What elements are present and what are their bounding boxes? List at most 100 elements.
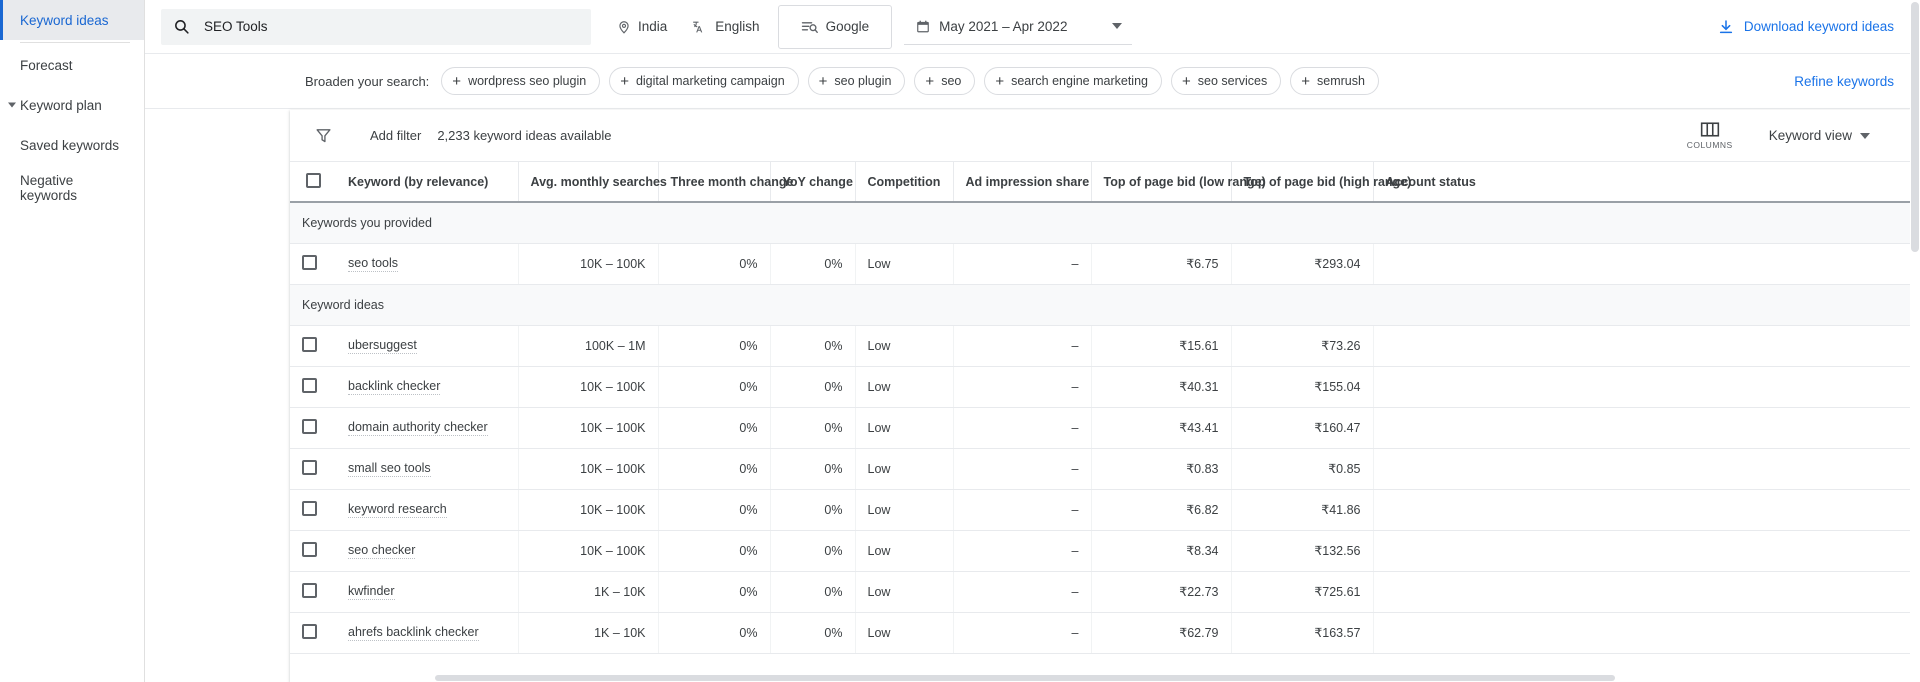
language-selector[interactable]: English (679, 9, 771, 45)
filter-icon[interactable] (304, 127, 342, 144)
column-header-avg-monthly-searches[interactable]: Avg. monthly searches (517, 162, 667, 203)
sidebar-item-negative-keywords[interactable]: Negative keywords (0, 165, 144, 211)
cell-avg-monthly-searches: 1K – 10K (517, 571, 658, 613)
language-label: English (715, 19, 760, 34)
cell-keyword[interactable]: domain authority checker (336, 407, 518, 449)
cell-keyword[interactable]: ahrefs backlink checker (336, 612, 518, 654)
cell-account-status (1372, 366, 1910, 408)
cell-ad-impression-share: – (952, 448, 1091, 490)
cell-competition: Low (854, 530, 953, 572)
search-icon (173, 18, 190, 35)
sidebar-item-saved-keywords[interactable]: Saved keywords (0, 125, 144, 165)
main-content: India English (145, 0, 1920, 682)
keyword-label: backlink checker (348, 378, 441, 395)
cell-bid-low: ₹40.31 (1090, 366, 1231, 408)
sidebar-item-label: Forecast (20, 57, 73, 73)
keyword-view-selector[interactable]: Keyword view (1769, 128, 1870, 143)
plus-icon: + (995, 72, 1005, 90)
table-row[interactable]: domain authority checker 10K – 100K 0% 0% Lo… (290, 407, 1910, 449)
keyword-label: kwfinder (348, 583, 395, 600)
column-header-keyword[interactable]: Keyword (by relevance) (336, 162, 518, 203)
cell-keyword[interactable]: small seo tools (336, 448, 518, 490)
cell-keyword[interactable]: ubersuggest (336, 325, 518, 367)
column-header-top-of-page-bid-low[interactable]: Top of page bid (low range) (1090, 162, 1266, 203)
select-all-checkbox[interactable] (305, 172, 321, 188)
broaden-chip-semrush[interactable]: + semrush (1290, 67, 1379, 95)
cell-account-status (1372, 325, 1910, 367)
cell-three-month-change: 0% (657, 448, 770, 490)
date-range-selector[interactable]: May 2021 – Apr 2022 (904, 9, 1133, 45)
horizontal-scrollbar-thumb[interactable] (435, 675, 1615, 681)
broaden-search-bar: Broaden your search: + wordpress seo plu… (145, 54, 1920, 109)
row-checkbox[interactable] (302, 418, 317, 434)
chevron-down-icon (1112, 23, 1123, 29)
cell-competition: Low (854, 407, 953, 449)
cell-keyword[interactable]: seo checker (336, 530, 518, 572)
cell-bid-high: ₹41.86 (1230, 489, 1373, 531)
column-header-account-status[interactable]: Account status (1372, 162, 1910, 203)
cell-yoy-change: 0% (769, 530, 855, 572)
row-checkbox[interactable] (302, 541, 317, 557)
refine-keywords-button[interactable]: Refine keywords (1794, 74, 1894, 89)
plus-icon: + (818, 72, 828, 90)
sidebar: Keyword ideas Forecast Keyword plan Save… (0, 0, 145, 682)
row-checkbox[interactable] (302, 582, 317, 598)
cell-ad-impression-share: – (952, 407, 1091, 449)
row-checkbox[interactable] (302, 254, 317, 270)
sidebar-item-label: Saved keywords (20, 137, 120, 153)
table-row[interactable]: ubersuggest 100K – 1M 0% 0% Low – ₹15.61 ₹73.26 (290, 325, 1910, 367)
keyword-table-scroll-area: Keyword (by relevance) Avg. monthly sear… (290, 162, 1910, 682)
table-row[interactable]: seo checker 10K – 100K 0% 0% Low – ₹8.34 ₹132.5… (290, 530, 1910, 572)
column-header-yoy-change[interactable]: YoY change (769, 162, 855, 203)
search-input[interactable] (204, 19, 579, 34)
column-header-ad-impression-share[interactable]: Ad impression share (952, 162, 1091, 203)
horizontal-scrollbar[interactable] (435, 674, 1900, 682)
broaden-chip-seo-plugin[interactable]: + seo plugin (807, 67, 906, 95)
sidebar-item-keyword-plan[interactable]: Keyword plan (0, 85, 144, 125)
column-header-three-month-change[interactable]: Three month change (657, 162, 793, 203)
cell-keyword[interactable]: backlink checker (336, 366, 518, 408)
cell-account-status (1372, 571, 1910, 613)
download-keyword-ideas-button[interactable]: Download keyword ideas (1718, 19, 1894, 35)
location-selector[interactable]: India (605, 9, 679, 45)
broaden-chip-digital-marketing-campaign[interactable]: + digital marketing campaign (609, 67, 799, 95)
cell-keyword[interactable]: keyword research (336, 489, 518, 531)
row-checkbox[interactable] (302, 459, 317, 475)
broaden-chip-search-engine-marketing[interactable]: + search engine marketing (984, 67, 1162, 95)
cell-keyword[interactable]: kwfinder (336, 571, 518, 613)
broaden-chip-seo[interactable]: + seo (914, 67, 976, 95)
column-header-competition[interactable]: Competition (854, 162, 953, 203)
broaden-chip-wordpress-seo-plugin[interactable]: + wordpress seo plugin (441, 67, 601, 95)
sidebar-item-label-line1: Negative (20, 173, 74, 188)
row-checkbox[interactable] (302, 623, 317, 639)
add-filter-button[interactable]: Add filter (370, 128, 421, 143)
table-row[interactable]: ahrefs backlink checker 1K – 10K 0% 0% Low – ₹… (290, 612, 1910, 654)
chip-label: digital marketing campaign (635, 74, 785, 88)
chip-label: seo (941, 74, 962, 88)
table-row[interactable]: backlink checker 10K – 100K 0% 0% Low – ₹40.31… (290, 366, 1910, 408)
row-checkbox[interactable] (302, 500, 317, 516)
row-checkbox[interactable] (302, 336, 317, 352)
table-row[interactable]: keyword research 10K – 100K 0% 0% Low – ₹6.82 ₹… (290, 489, 1910, 531)
table-row[interactable]: seo tools 10K – 100K 0% 0% Low – ₹6.75 ₹293.04 (290, 243, 1910, 285)
cell-bid-low: ₹0.83 (1090, 448, 1231, 490)
cell-account-status (1372, 243, 1910, 285)
plus-icon: + (620, 72, 629, 90)
search-box[interactable] (161, 8, 591, 45)
chip-label: wordpress seo plugin (468, 74, 587, 88)
columns-button[interactable]: COLUMNS (1681, 121, 1739, 150)
table-row[interactable]: kwfinder 1K – 10K 0% 0% Low – ₹22.73 ₹725.61 (290, 571, 1910, 613)
table-header-row: Keyword (by relevance) Avg. monthly sear… (290, 162, 1910, 203)
broaden-chip-seo-services[interactable]: + seo services (1171, 67, 1282, 95)
network-selector[interactable]: Google (777, 4, 893, 49)
table-group-title: Keyword ideas (290, 284, 1910, 326)
cell-keyword[interactable]: seo tools (336, 243, 518, 285)
cell-bid-low: ₹8.34 (1090, 530, 1231, 572)
column-header-top-of-page-bid-high[interactable]: Top of page bid (high range) (1230, 162, 1411, 203)
vertical-scrollbar-thumb[interactable] (1911, 2, 1919, 252)
sidebar-item-forecast[interactable]: Forecast (0, 45, 144, 85)
sidebar-item-keyword-ideas[interactable]: Keyword ideas (0, 0, 144, 40)
table-row[interactable]: small seo tools 10K – 100K 0% 0% Low – ₹0.83 ₹0… (290, 448, 1910, 490)
row-checkbox[interactable] (302, 377, 317, 393)
vertical-scrollbar[interactable] (1910, 0, 1920, 682)
